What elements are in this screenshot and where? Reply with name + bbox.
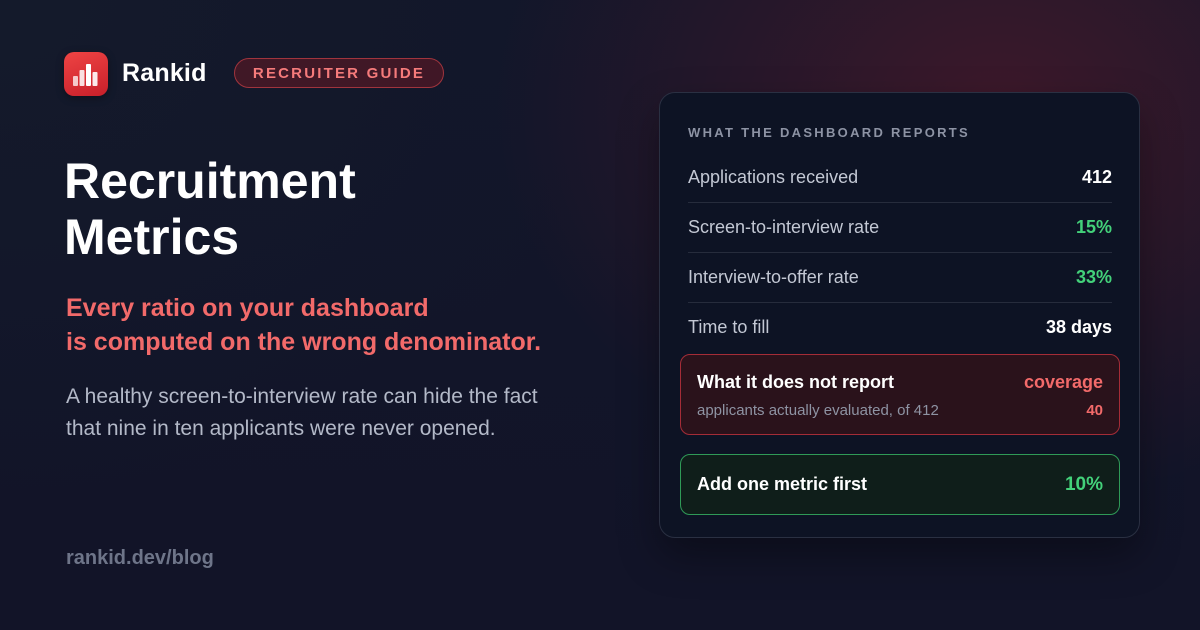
missing-metric-count: 40 bbox=[1086, 402, 1103, 419]
missing-metric-box: What it does not report coverage applica… bbox=[680, 354, 1120, 435]
recommended-metric-value: 10% bbox=[1064, 473, 1103, 495]
metric-value: 38 days bbox=[1045, 316, 1112, 337]
missing-metric-title: What it does not report bbox=[697, 372, 894, 392]
dashboard-card: WHAT THE DASHBOARD REPORTS Applications … bbox=[659, 92, 1140, 538]
metric-value: 33% bbox=[1075, 266, 1112, 287]
missing-metric-tag: coverage bbox=[1023, 372, 1103, 392]
category-badge: RECRUITER GUIDE bbox=[234, 58, 444, 88]
recommended-metric-title: Add one metric first bbox=[697, 474, 868, 494]
subtitle-line: is computed on the wrong denominator. bbox=[66, 328, 542, 356]
description-line: A healthy screen-to-interview rate can h… bbox=[66, 385, 538, 408]
metric-label: Applications received bbox=[688, 166, 859, 187]
title-line: Metrics bbox=[64, 209, 240, 265]
metric-row: Time to fill 38 days bbox=[688, 302, 1112, 352]
card-heading: WHAT THE DASHBOARD REPORTS bbox=[688, 125, 970, 140]
rankid-logo bbox=[64, 52, 108, 96]
metric-label: Time to fill bbox=[688, 316, 770, 337]
description: A healthy screen-to-interview rate can h… bbox=[66, 381, 586, 445]
brand-name: Rankid bbox=[122, 59, 207, 87]
metric-label: Interview-to-offer rate bbox=[688, 266, 859, 287]
title-line: Recruitment bbox=[64, 153, 356, 209]
metric-value: 15% bbox=[1075, 216, 1112, 237]
metric-row: Interview-to-offer rate 33% bbox=[688, 252, 1112, 303]
blog-url: rankid.dev/blog bbox=[66, 547, 214, 569]
recommended-metric-box: Add one metric first 10% bbox=[680, 454, 1120, 515]
metric-row: Screen-to-interview rate 15% bbox=[688, 202, 1112, 253]
subtitle-line: Every ratio on your dashboard bbox=[66, 294, 429, 322]
page-title: Recruitment Metrics bbox=[64, 153, 534, 265]
metric-label: Screen-to-interview rate bbox=[688, 216, 880, 237]
subtitle: Every ratio on your dashboard is compute… bbox=[66, 291, 606, 359]
missing-metric-detail: applicants actually evaluated, of 412 bbox=[697, 402, 939, 419]
metric-row: Applications received 412 bbox=[688, 152, 1112, 203]
metric-value: 412 bbox=[1081, 166, 1112, 187]
bar-chart-icon bbox=[73, 64, 98, 86]
description-line: that nine in ten applicants were never o… bbox=[66, 417, 496, 440]
